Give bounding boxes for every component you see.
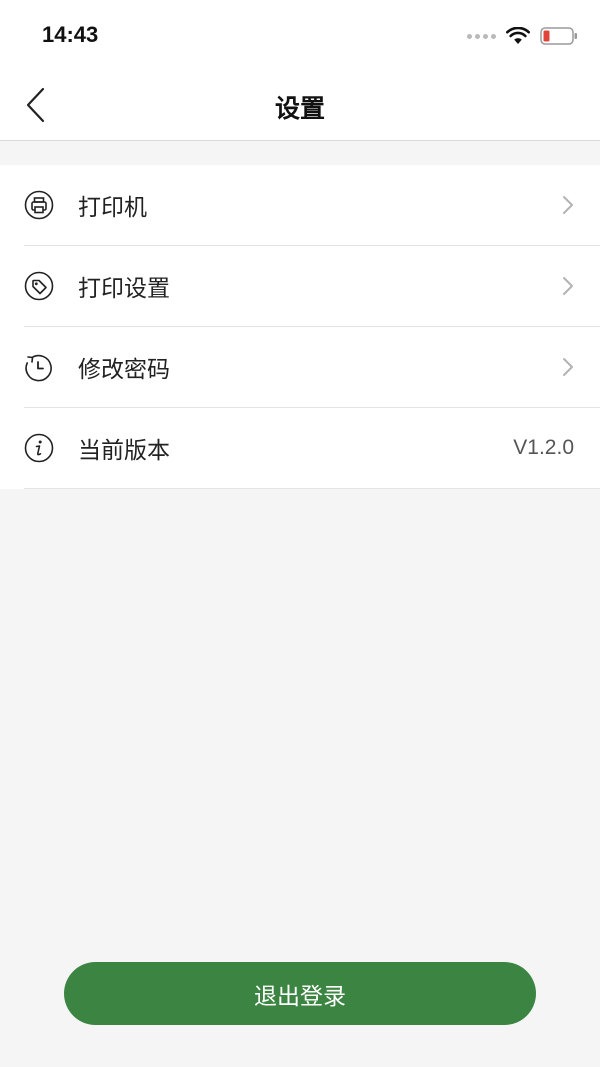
status-icons: [467, 24, 578, 48]
wifi-icon: [506, 27, 530, 44]
tag-icon: [24, 271, 54, 301]
settings-item-label: 当前版本: [78, 438, 170, 464]
settings-item-printer[interactable]: 打印机: [24, 165, 600, 246]
chevron-right-icon: [563, 196, 573, 214]
chevron-right-icon: [563, 277, 573, 295]
version-value: V1.2.0: [513, 436, 574, 459]
settings-item-change-password[interactable]: 修改密码: [24, 327, 600, 408]
nav-bar: 设置: [0, 70, 600, 141]
logout-button[interactable]: 退出登录: [64, 962, 536, 1025]
status-bar: 14:43: [0, 0, 600, 70]
info-icon: [24, 433, 54, 463]
battery-low-icon: [540, 27, 577, 45]
settings-item-version: 当前版本 V1.2.0: [24, 408, 600, 489]
clock-reset-icon: [24, 352, 54, 382]
page-title: 设置: [274, 94, 325, 123]
status-time: 14:43: [42, 22, 99, 47]
printer-icon: [24, 190, 54, 220]
settings-item-label: 修改密码: [78, 357, 170, 383]
settings-list: 打印机 打印设置 修改密码 当前版本 V1.2.0: [0, 165, 600, 489]
settings-item-print-settings[interactable]: 打印设置: [24, 246, 600, 327]
settings-item-label: 打印机: [78, 195, 147, 221]
chevron-right-icon: [563, 358, 573, 376]
signal-dots-icon: [467, 33, 496, 39]
settings-item-label: 打印设置: [78, 276, 170, 302]
